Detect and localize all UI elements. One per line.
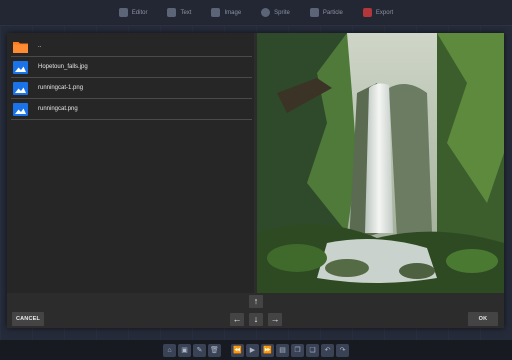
home-icon[interactable]: ⌂ xyxy=(163,343,176,357)
image-icon xyxy=(211,8,221,17)
top-toolbar: Editor Text Image Sprite Particle Export xyxy=(0,0,512,26)
toolbar-text-label: Text xyxy=(180,9,192,16)
file-row-runningcat[interactable]: runningcat.png xyxy=(11,99,252,120)
particle-icon xyxy=(309,8,319,17)
toolbar-export[interactable]: Export xyxy=(357,6,399,19)
image-file-icon xyxy=(13,81,28,95)
copy-icon[interactable]: ❐ xyxy=(291,343,304,357)
file-row-runningcat-1[interactable]: runningcat-1.png xyxy=(11,78,252,99)
trash-icon[interactable]: 🗑 xyxy=(208,343,221,357)
play-icon[interactable]: ▶ xyxy=(246,343,259,357)
image-file-icon xyxy=(13,102,28,116)
redo-icon[interactable]: ↷ xyxy=(336,343,349,357)
ok-button[interactable]: OK xyxy=(468,312,498,326)
bottom-toolbar: ⌂ ▣ ✎ 🗑 ⏪ ▶ ⏩ ▤ ❐ ❏ ↶ ↷ xyxy=(0,340,512,360)
image-icon xyxy=(118,8,128,17)
toolbar-sprite-label: Sprite xyxy=(274,9,290,16)
text-icon xyxy=(167,8,177,17)
toolbar-image[interactable]: Image xyxy=(205,6,247,19)
nav-up-button[interactable]: ↑ xyxy=(249,295,263,308)
file-row-hopetoun-falls[interactable]: Hopetoun_falls.jpg xyxy=(11,57,252,78)
toolbar-image-label: Image xyxy=(224,9,242,16)
sprite-icon xyxy=(261,8,271,17)
fast-forward-icon[interactable]: ⏩ xyxy=(261,343,274,357)
folder-icon xyxy=(13,41,28,53)
frames-icon[interactable]: ▤ xyxy=(276,343,289,357)
file-name: Hopetoun_falls.jpg xyxy=(38,64,88,70)
nav-left-button[interactable]: ← xyxy=(230,313,244,326)
toolbar-text[interactable]: Text xyxy=(161,6,197,19)
file-name: .. xyxy=(38,43,42,49)
rewind-icon[interactable]: ⏪ xyxy=(231,343,244,357)
waterfall-preview-image xyxy=(257,33,504,293)
save-icon[interactable]: ▣ xyxy=(178,343,191,357)
toolbar-export-label: Export xyxy=(375,9,394,16)
file-name: runningcat.png xyxy=(38,106,78,112)
toolbar-editor[interactable]: Editor xyxy=(113,6,154,19)
file-browser-dialog: .. Hopetoun_falls.jpg runningcat-1.png r… xyxy=(7,33,504,328)
cancel-button[interactable]: CANCEL xyxy=(12,312,44,326)
nav-down-button[interactable]: ↓ xyxy=(249,313,263,326)
export-icon xyxy=(362,8,372,17)
paste-icon[interactable]: ❏ xyxy=(306,343,319,357)
undo-icon[interactable]: ↶ xyxy=(321,343,334,357)
image-preview xyxy=(257,33,504,293)
toolbar-sprite[interactable]: Sprite xyxy=(255,6,296,19)
edit-icon[interactable]: ✎ xyxy=(193,343,206,357)
toolbar-particle[interactable]: Particle xyxy=(304,6,349,19)
image-file-icon xyxy=(13,60,28,74)
file-name: runningcat-1.png xyxy=(38,85,84,91)
toolbar-editor-label: Editor xyxy=(131,9,148,16)
toolbar-particle-label: Particle xyxy=(322,9,343,16)
nav-right-button[interactable]: → xyxy=(268,313,282,326)
file-row-parent-folder[interactable]: .. xyxy=(11,36,252,57)
file-list: .. Hopetoun_falls.jpg runningcat-1.png r… xyxy=(7,33,254,293)
